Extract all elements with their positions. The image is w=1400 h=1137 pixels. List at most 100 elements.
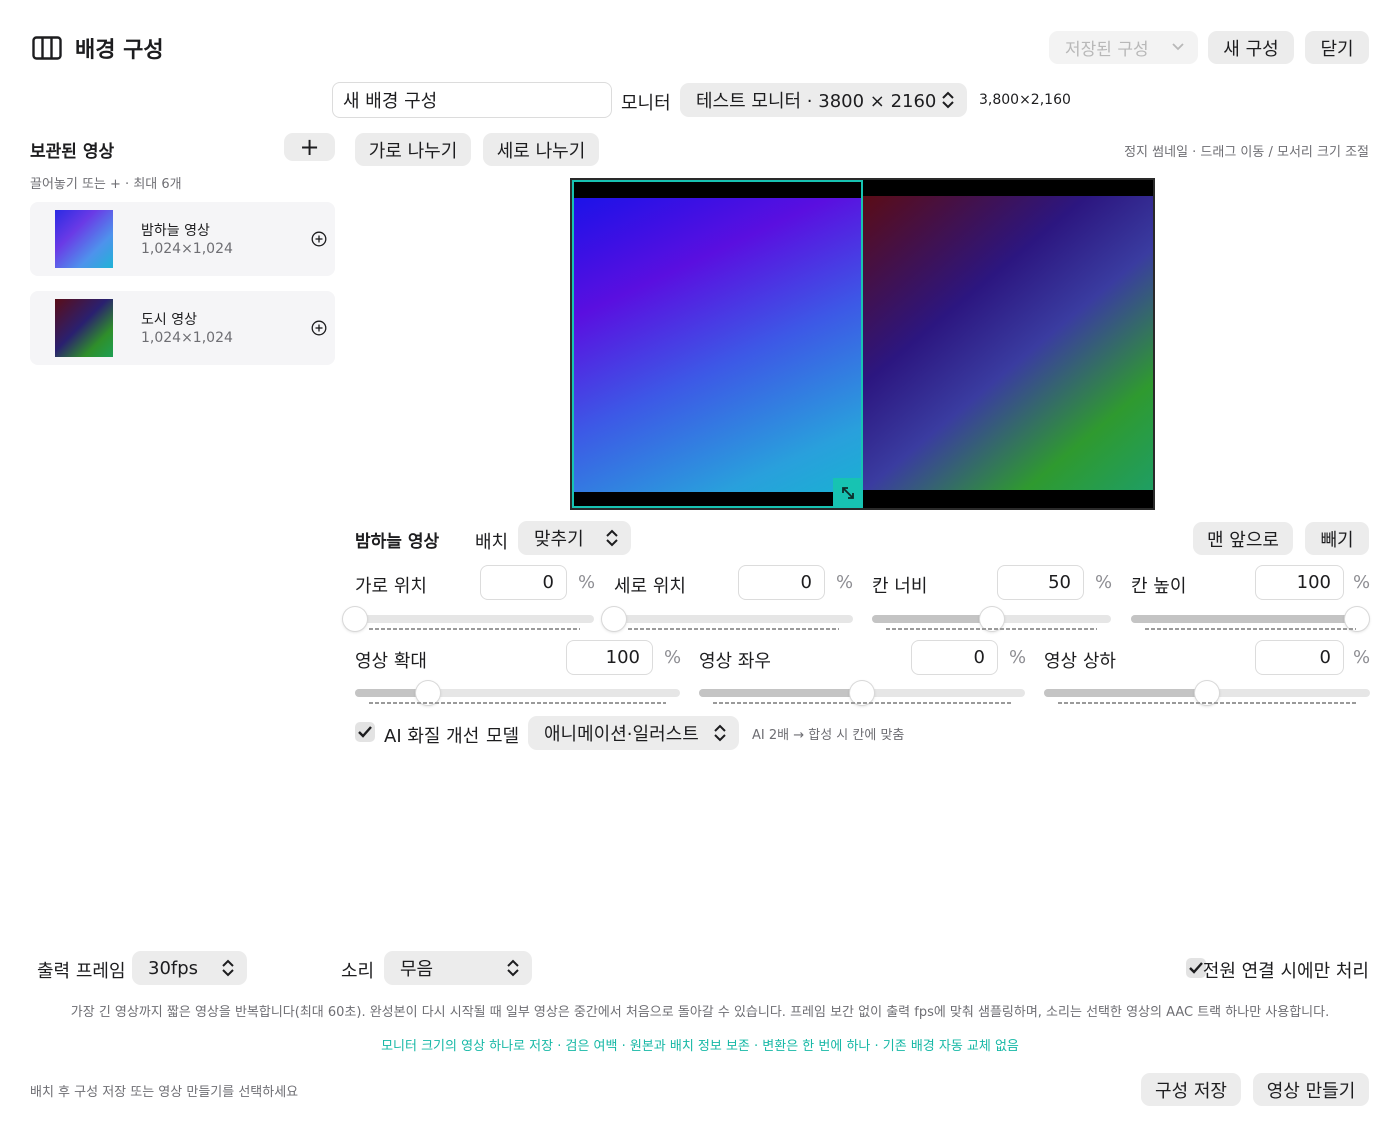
percent-unit: % xyxy=(836,572,854,593)
param-label-y: 세로 위치 xyxy=(614,576,686,597)
columns-icon xyxy=(32,36,62,60)
param-slider-y[interactable] xyxy=(602,607,853,631)
cell-video-night-sky xyxy=(574,198,861,492)
slider-ticks xyxy=(1058,702,1356,704)
slider-ticks xyxy=(713,702,1011,704)
chevron-updown-icon xyxy=(714,724,726,742)
percent-unit: % xyxy=(1353,647,1371,668)
split-horizontal-button[interactable]: 가로 나누기 xyxy=(355,133,471,166)
param-input-y[interactable]: 0 xyxy=(738,565,825,600)
param-slider-h[interactable] xyxy=(1131,607,1369,631)
library-title: 보관된 영상 xyxy=(30,142,115,162)
library-item-size: 1,024×1,024 xyxy=(141,241,233,257)
model-label: 모델 xyxy=(486,726,520,747)
power-only-label: 전원 연결 시에만 처리 xyxy=(1202,961,1369,982)
param-input-pany[interactable]: 0 xyxy=(1255,640,1344,675)
chevron-updown-icon xyxy=(222,959,234,977)
param-input-h[interactable]: 100 xyxy=(1255,565,1344,600)
param-label-pany: 영상 상하 xyxy=(1044,651,1116,672)
percent-unit: % xyxy=(578,572,596,593)
placement-label: 배치 xyxy=(475,532,509,553)
slider-ticks xyxy=(1145,628,1356,630)
library-item-name: 도시 영상 xyxy=(141,312,197,328)
library-item[interactable]: 밤하늘 영상 1,024×1,024 xyxy=(30,202,335,276)
saved-configs-placeholder: 저장된 구성 xyxy=(1065,40,1149,60)
output-note: 가장 긴 영상까지 짧은 영상을 반복합니다(최대 60초). 완성본이 다시 … xyxy=(70,1005,1330,1020)
library-item-size: 1,024×1,024 xyxy=(141,330,233,346)
preview-canvas xyxy=(570,178,1155,510)
param-label-zoom: 영상 확대 xyxy=(355,651,427,672)
ai-enhance-label: AI 화질 개선 xyxy=(384,726,480,747)
param-label-h: 칸 높이 xyxy=(1131,576,1187,597)
preview-cell-left[interactable] xyxy=(572,180,863,508)
split-vertical-button[interactable]: 세로 나누기 xyxy=(483,133,599,166)
fps-value: 30fps xyxy=(148,957,199,979)
chevron-updown-icon xyxy=(606,529,618,547)
checkmark-icon xyxy=(1189,962,1203,974)
percent-unit: % xyxy=(664,647,682,668)
preview-cell-right[interactable] xyxy=(863,196,1153,490)
slider-ticks xyxy=(369,628,580,630)
param-label-x: 가로 위치 xyxy=(355,576,427,597)
config-name-input[interactable]: 새 배경 구성 xyxy=(332,82,612,118)
add-circle-icon[interactable] xyxy=(311,231,327,247)
slider-ticks xyxy=(886,628,1097,630)
param-slider-pany[interactable] xyxy=(1044,681,1370,705)
param-input-x[interactable]: 0 xyxy=(480,565,567,600)
resize-handle[interactable] xyxy=(833,478,863,508)
new-config-button[interactable]: 새 구성 xyxy=(1208,31,1294,64)
monitor-value: 테스트 모니터 · 3800 × 2160 xyxy=(696,91,937,112)
percent-unit: % xyxy=(1009,647,1027,668)
sound-value: 무음 xyxy=(400,959,434,980)
save-config-button[interactable]: 구성 저장 xyxy=(1141,1073,1241,1106)
model-value: 애니메이션·일러스트 xyxy=(544,724,699,745)
preview-hint: 정지 썸네일 · 드래그 이동 / 모서리 크기 조절 xyxy=(1124,145,1369,160)
library-hint: 끌어놓기 또는 + · 최대 6개 xyxy=(30,177,182,192)
make-video-button[interactable]: 영상 만들기 xyxy=(1253,1073,1369,1106)
percent-unit: % xyxy=(1353,572,1371,593)
placement-value: 맞추기 xyxy=(534,529,584,550)
video-thumbnail xyxy=(55,299,113,357)
param-label-w: 칸 너비 xyxy=(872,576,928,597)
footer-status: 배치 후 구성 저장 또는 영상 만들기를 선택하세요 xyxy=(30,1085,299,1100)
page-title: 배경 구성 xyxy=(75,38,164,63)
video-thumbnail xyxy=(55,210,113,268)
monitor-select[interactable]: 테스트 모니터 · 3800 × 2160 xyxy=(680,83,967,117)
checkmark-icon xyxy=(358,726,372,738)
add-video-button[interactable]: + xyxy=(284,133,335,161)
fps-label: 출력 프레임 xyxy=(37,961,126,982)
param-label-panx: 영상 좌우 xyxy=(699,651,771,672)
monitor-label: 모니터 xyxy=(621,93,671,114)
param-input-panx[interactable]: 0 xyxy=(911,640,998,675)
ai-hint: AI 2배 → 합성 시 칸에 맞춤 xyxy=(752,728,905,743)
remove-button[interactable]: 빼기 xyxy=(1305,522,1369,555)
slider-ticks xyxy=(369,702,666,704)
param-slider-w[interactable] xyxy=(872,607,1111,631)
param-slider-zoom[interactable] xyxy=(355,681,680,705)
sound-select[interactable]: 무음 xyxy=(384,951,532,985)
param-input-w[interactable]: 50 xyxy=(997,565,1084,600)
param-input-zoom[interactable]: 100 xyxy=(566,640,653,675)
model-select[interactable]: 애니메이션·일러스트 xyxy=(528,716,739,750)
saved-configs-select[interactable]: 저장된 구성 xyxy=(1049,31,1198,64)
percent-unit: % xyxy=(1095,572,1113,593)
add-circle-icon[interactable] xyxy=(311,320,327,336)
sound-label: 소리 xyxy=(341,961,375,982)
ai-enhance-checkbox[interactable] xyxy=(355,722,375,742)
library-item[interactable]: 도시 영상 1,024×1,024 xyxy=(30,291,335,365)
param-slider-x[interactable] xyxy=(343,607,594,631)
close-button[interactable]: 닫기 xyxy=(1305,31,1369,64)
placement-select[interactable]: 맞추기 xyxy=(518,521,631,555)
library-item-name: 밤하늘 영상 xyxy=(141,223,210,239)
bring-front-button[interactable]: 맨 앞으로 xyxy=(1193,522,1293,555)
chevron-updown-icon xyxy=(942,91,954,109)
chevron-down-icon xyxy=(1172,43,1184,51)
slider-ticks xyxy=(628,628,839,630)
fps-select[interactable]: 30fps xyxy=(132,951,247,985)
resolution-text: 3,800×2,160 xyxy=(979,92,1071,108)
output-highlight: 모니터 크기의 영상 하나로 저장 · 검은 여백 · 원본과 배치 정보 보존… xyxy=(381,1039,1019,1054)
cell-title: 밤하늘 영상 xyxy=(355,532,440,552)
resize-arrows-icon xyxy=(842,487,854,499)
chevron-updown-icon xyxy=(507,959,519,977)
param-slider-panx[interactable] xyxy=(699,681,1025,705)
